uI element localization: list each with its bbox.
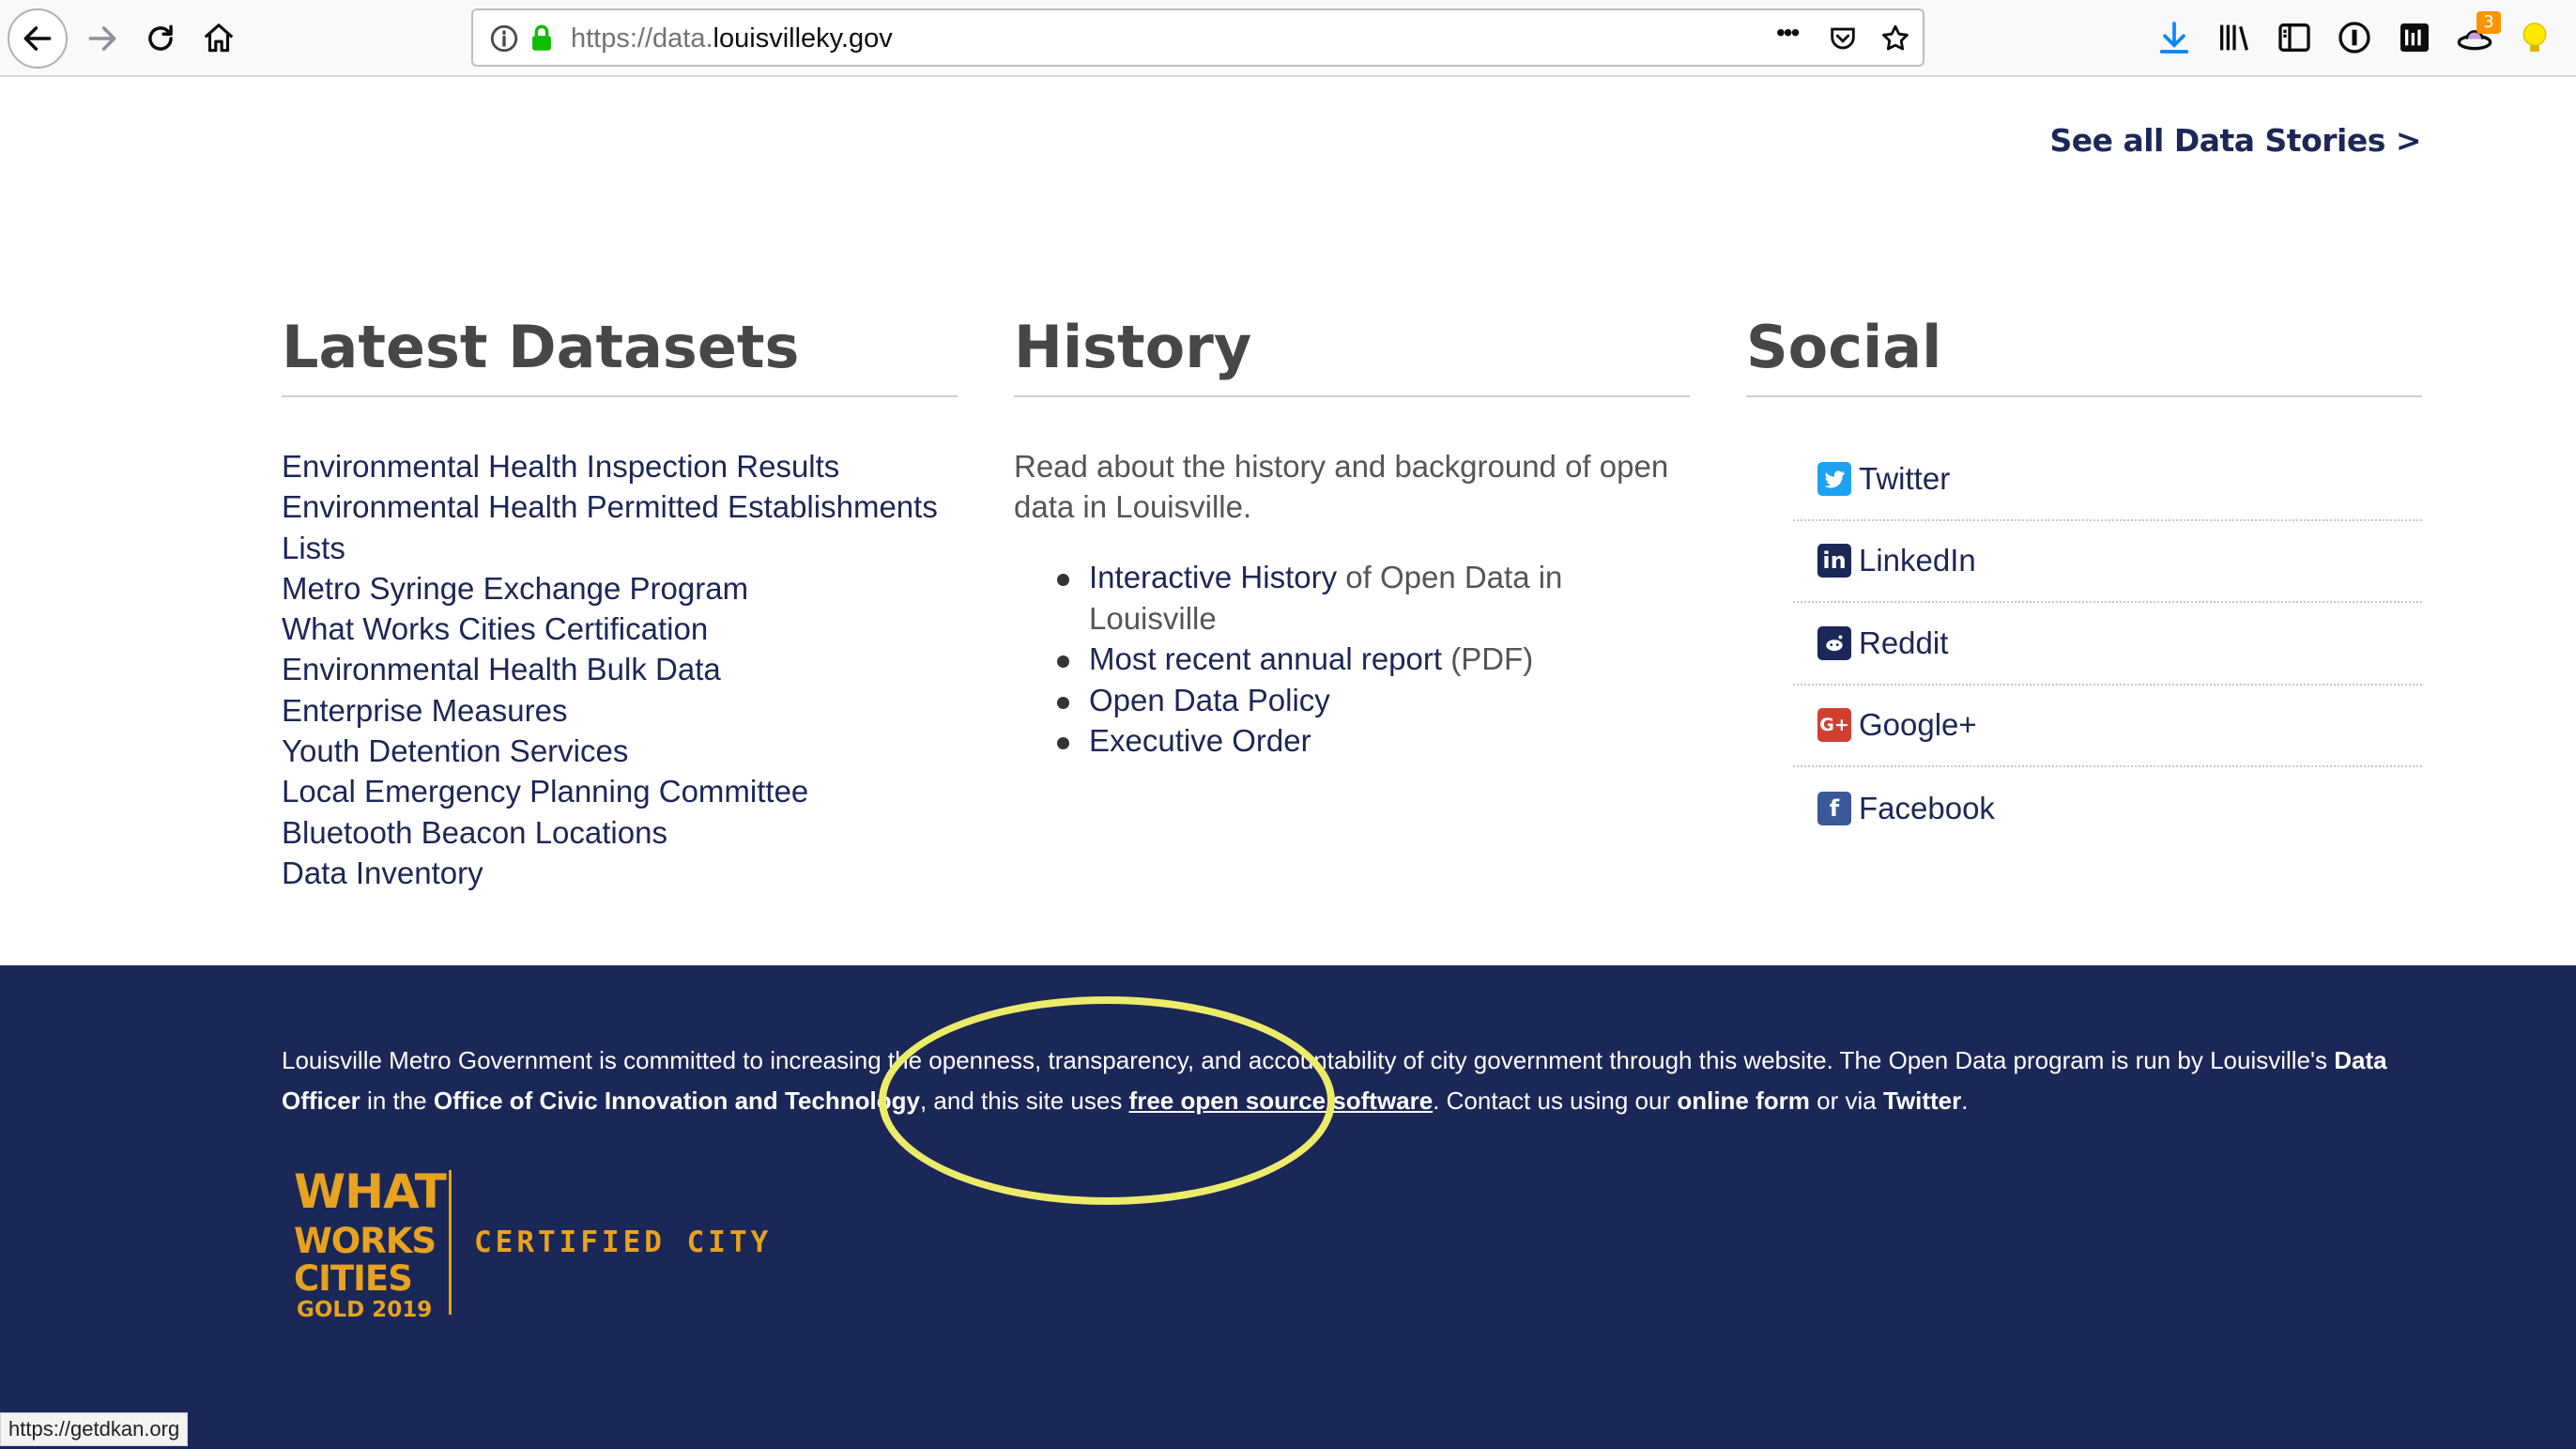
civic-innovation-link[interactable]: Office of Civic Innovation and Technolog…	[434, 1087, 920, 1115]
social-link-label: Google+	[1859, 707, 1977, 743]
dataset-link[interactable]: Youth Detention Services	[282, 731, 958, 771]
back-arrow-icon	[23, 26, 52, 51]
dataset-link[interactable]: Lists	[282, 528, 958, 568]
history-list-item: Executive Order	[1057, 720, 1690, 762]
reload-icon	[148, 24, 173, 51]
url-bar[interactable]: https://data.louisvilleky.gov •••	[471, 8, 1924, 67]
footer-statement: Louisville Metro Government is committed…	[282, 1046, 2387, 1115]
social-link-label: Facebook	[1859, 790, 1995, 825]
social-link-twitter[interactable]: Twitter	[1793, 439, 2422, 521]
history-intro: Read about the history and background of…	[1014, 449, 1669, 524]
reload-button[interactable]	[131, 9, 190, 68]
social-section: Social Twitter in LinkedIn Reddit G+ Google+ f…	[1746, 305, 2422, 850]
dataset-link[interactable]: Environmental Health Bulk Data	[282, 649, 958, 689]
forward-button[interactable]	[73, 9, 131, 68]
history-link-suffix: (PDF)	[1442, 641, 1534, 676]
facebook-icon: f	[1817, 791, 1851, 825]
section-divider	[1014, 395, 1690, 397]
social-list: Twitter in LinkedIn Reddit G+ Google+ f Faceboo…	[1793, 439, 2422, 850]
badge-divider	[449, 1170, 452, 1315]
dataset-link[interactable]: Data Inventory	[282, 853, 958, 893]
forward-arrow-icon	[88, 26, 116, 51]
twitter-icon	[1817, 461, 1851, 496]
dataset-link[interactable]: Metro Syringe Exchange Program	[282, 568, 958, 609]
datasets-list: Environmental Health Inspection Results E…	[282, 446, 958, 893]
history-link[interactable]: Open Data Policy	[1089, 683, 1330, 717]
downloads-icon[interactable]	[2155, 19, 2193, 56]
certified-city-text: CERTIFIED CITY	[474, 1225, 773, 1259]
dataset-link[interactable]: What Works Cities Certification	[282, 609, 958, 649]
dataset-link[interactable]: Local Emergency Planning Committee	[282, 771, 958, 811]
status-bar-url: https://getdkan.org	[0, 1412, 189, 1446]
history-link[interactable]: Executive Order	[1089, 723, 1311, 758]
google-plus-icon: G+	[1817, 708, 1851, 743]
latest-datasets-section: Latest Datasets Environmental Health Ins…	[282, 305, 958, 893]
info-icon[interactable]	[488, 23, 520, 54]
badge-cities-text: CITIES	[294, 1258, 413, 1299]
footer-twitter-link[interactable]: Twitter	[1883, 1087, 1961, 1115]
lightbulb-icon[interactable]	[2516, 19, 2553, 56]
history-heading: History	[1014, 313, 1252, 381]
history-list-item: Interactive History of Open Data in Loui…	[1057, 557, 1690, 639]
social-link-linkedin[interactable]: in LinkedIn	[1793, 521, 2422, 603]
history-list-item: Most recent annual report (PDF)	[1057, 639, 1690, 680]
home-button[interactable]	[190, 9, 248, 68]
history-list: Interactive History of Open Data in Loui…	[1057, 557, 1690, 762]
extension-icon[interactable]	[2396, 19, 2433, 56]
badge-gold-text: GOLD 2019	[297, 1298, 433, 1322]
badge-works-text: WORKS	[294, 1221, 437, 1261]
section-divider	[1746, 395, 2422, 397]
pocket-icon[interactable]	[1827, 23, 1859, 54]
badge-what-text: WHAT	[294, 1164, 447, 1219]
social-link-label: Reddit	[1859, 624, 1949, 660]
home-icon	[204, 23, 234, 53]
history-section: History Read about the history and backg…	[1014, 305, 1690, 762]
url-text[interactable]: https://data.louisvilleky.gov	[571, 23, 893, 54]
back-button[interactable]	[8, 8, 68, 69]
page-actions-icon[interactable]: •••	[1776, 18, 1800, 48]
sidebar-icon[interactable]	[2276, 19, 2313, 56]
dataset-link[interactable]: Environmental Health Inspection Results	[282, 446, 958, 486]
dataset-link[interactable]: Environmental Health Permitted Establish…	[282, 486, 958, 527]
social-link-reddit[interactable]: Reddit	[1793, 603, 2422, 686]
library-icon[interactable]	[2216, 19, 2253, 56]
social-link-label: LinkedIn	[1859, 543, 1976, 578]
history-link[interactable]: Most recent annual report	[1089, 641, 1442, 676]
bookmark-star-icon[interactable]	[1879, 23, 1911, 54]
dataset-link[interactable]: Enterprise Measures	[282, 690, 958, 731]
history-list-item: Open Data Policy	[1057, 680, 1690, 721]
lock-icon[interactable]	[526, 23, 558, 54]
dataset-link[interactable]: Bluetooth Beacon Locations	[282, 812, 958, 853]
password-manager-icon[interactable]	[2336, 19, 2373, 56]
latest-datasets-heading: Latest Datasets	[282, 313, 800, 381]
social-heading: Social	[1746, 313, 1942, 381]
browser-toolbar: https://data.louisvilleky.gov ••• 3	[0, 0, 2576, 77]
see-all-data-stories-link[interactable]: See all Data Stories >	[2049, 122, 2421, 159]
reddit-icon	[1817, 625, 1851, 660]
social-link-label: Twitter	[1859, 460, 1951, 496]
notification-badge: 3	[2476, 11, 2501, 34]
online-form-link[interactable]: online form	[1677, 1087, 1810, 1115]
social-link-facebook[interactable]: f Facebook	[1793, 767, 2422, 850]
history-link[interactable]: Interactive History	[1089, 560, 1337, 594]
highlight-circle-annotation	[879, 996, 1335, 1205]
social-link-google[interactable]: G+ Google+	[1793, 686, 2422, 767]
linkedin-icon: in	[1817, 544, 1851, 578]
section-divider	[282, 395, 958, 397]
